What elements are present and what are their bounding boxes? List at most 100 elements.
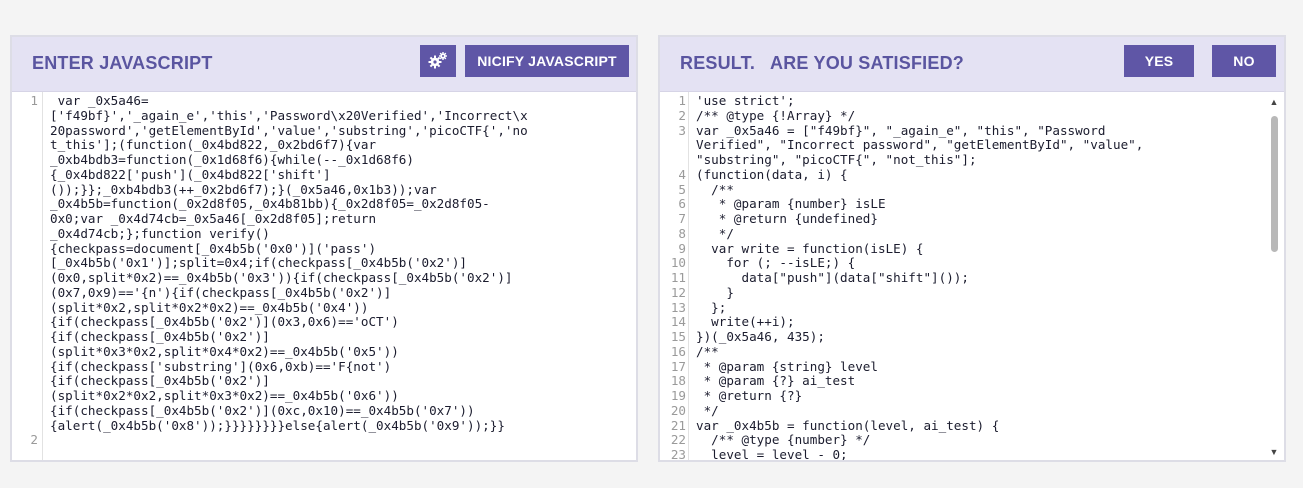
nicify-javascript-button[interactable]: NICIFY JAVASCRIPT xyxy=(465,45,629,77)
code-line[interactable]: Verified", "Incorrect password", "getEle… xyxy=(660,137,1284,153)
code-line[interactable]: {if(checkpass[_0x4b5b('0x2')](0x3,0x6)==… xyxy=(12,314,636,330)
code-text[interactable]: * @return {?} xyxy=(696,388,803,404)
code-text[interactable]: * @param {number} isLE xyxy=(696,196,886,212)
code-text[interactable]: {if(checkpass[_0x4b5b('0x2')](0xc,0x10)=… xyxy=(50,403,475,419)
code-text[interactable]: _0x4d74cb;};function verify() xyxy=(50,226,270,242)
code-line[interactable]: 15})(_0x5a46, 435); xyxy=(660,329,1284,345)
javascript-result-editor[interactable]: 1 'use strict'; 2 /** @type {!Array} */ 3 var… xyxy=(660,92,1284,460)
code-line[interactable]: 11 data["push"](data["shift"]()); xyxy=(660,270,1284,286)
code-text[interactable]: var _0x4b5b = function(level, ai_test) { xyxy=(696,418,999,434)
scroll-up-arrow-icon[interactable]: ▲ xyxy=(1268,96,1280,108)
code-text[interactable]: {if(checkpass[_0x4b5b('0x2')] xyxy=(50,329,270,345)
code-text[interactable]: }; xyxy=(696,300,726,316)
code-text[interactable]: (0x0,split*0x2)==_0x4b5b('0x3')){if(chec… xyxy=(50,270,513,286)
code-text[interactable]: })(_0x5a46, 435); xyxy=(696,329,825,345)
code-text[interactable]: /** xyxy=(696,182,734,198)
code-line[interactable]: 14 write(++i); xyxy=(660,314,1284,330)
code-text[interactable]: {if(checkpass[_0x4b5b('0x2')] xyxy=(50,373,270,389)
code-line[interactable]: "substring", "picoCTF{", "not_this"]; xyxy=(660,152,1284,168)
code-text[interactable]: ['f49bf}','_again_e','this','Password\x2… xyxy=(50,108,528,124)
code-line[interactable]: _0xb4bdb3=function(_0x1d68f6){while(--_0… xyxy=(12,152,636,168)
code-line[interactable]: {if(checkpass[_0x4b5b('0x2')](0xc,0x10)=… xyxy=(12,403,636,419)
scroll-down-arrow-icon[interactable]: ▼ xyxy=(1268,446,1280,458)
code-text[interactable]: */ xyxy=(696,226,734,242)
code-text[interactable]: (function(data, i) { xyxy=(696,167,848,183)
code-line[interactable]: (0x0,split*0x2)==_0x4b5b('0x3')){if(chec… xyxy=(12,270,636,286)
code-line[interactable]: 20 */ xyxy=(660,403,1284,419)
input-code-lines[interactable]: 1 var _0x5a46= ['f49bf}','_again_e','this… xyxy=(12,93,636,448)
code-line[interactable]: (split*0x2*0x2,split*0x3*0x2)==_0x4b5b('… xyxy=(12,388,636,404)
code-line[interactable]: [_0x4b5b('0x1')];split=0x4;if(checkpass[… xyxy=(12,255,636,271)
code-line[interactable]: 22 /** @type {number} */ xyxy=(660,432,1284,448)
code-line[interactable]: 19 * @return {?} xyxy=(660,388,1284,404)
code-line[interactable]: {_0x4bd822['push'](_0x4bd822['shift'] xyxy=(12,167,636,183)
code-line[interactable]: 16 /** xyxy=(660,344,1284,360)
code-line[interactable]: t_this'];(function(_0x4bd822,_0x2bd6f7){… xyxy=(12,137,636,153)
code-line[interactable]: 4 (function(data, i) { xyxy=(660,167,1284,183)
code-text[interactable]: "substring", "picoCTF{", "not_this"]; xyxy=(696,152,977,168)
code-line[interactable]: {checkpass=document[_0x4b5b('0x0')]('pas… xyxy=(12,241,636,257)
yes-button[interactable]: YES xyxy=(1124,45,1194,77)
code-line[interactable]: 8 */ xyxy=(660,226,1284,242)
code-line[interactable]: 2 xyxy=(12,432,636,448)
code-text[interactable]: {if(checkpass['substring'](0x6,0xb)=='F{… xyxy=(50,359,391,375)
code-text[interactable]: (split*0x2*0x2,split*0x3*0x2)==_0x4b5b('… xyxy=(50,388,399,404)
code-line[interactable]: 23 level = level - 0; xyxy=(660,447,1284,460)
code-text[interactable]: 0x0;var _0x4d74cb=_0x5a46[_0x2d8f05];ret… xyxy=(50,211,376,227)
code-text[interactable]: {alert(_0x4b5b('0x8'));}}}}}}}}else{aler… xyxy=(50,418,505,434)
code-text[interactable]: _0xb4bdb3=function(_0x1d68f6){while(--_0… xyxy=(50,152,414,168)
code-text[interactable]: (split*0x2,split*0x2*0x2)==_0x4b5b('0x4'… xyxy=(50,300,368,316)
code-line[interactable]: 7 * @return {undefined} xyxy=(660,211,1284,227)
code-text[interactable]: {_0x4bd822['push'](_0x4bd822['shift'] xyxy=(50,167,331,183)
code-text[interactable]: var _0x5a46= xyxy=(50,93,149,109)
code-line[interactable]: 10 for (; --isLE;) { xyxy=(660,255,1284,271)
code-line[interactable]: {if(checkpass['substring'](0x6,0xb)=='F{… xyxy=(12,359,636,375)
code-line[interactable]: 18 * @param {?} ai_test xyxy=(660,373,1284,389)
code-text[interactable]: level = level - 0; xyxy=(696,447,848,460)
settings-button[interactable] xyxy=(420,45,456,77)
code-line[interactable]: (split*0x3*0x2,split*0x4*0x2)==_0x4b5b('… xyxy=(12,344,636,360)
code-text[interactable]: {checkpass=document[_0x4b5b('0x0')]('pas… xyxy=(50,241,376,257)
code-text[interactable]: t_this'];(function(_0x4bd822,_0x2bd6f7){… xyxy=(50,137,376,153)
code-line[interactable]: 3 var _0x5a46 = ["f49bf}", "_again_e", "t… xyxy=(660,123,1284,139)
code-text[interactable]: _0x4b5b=function(_0x2d8f05,_0x4b81bb){_0… xyxy=(50,196,490,212)
code-text[interactable]: /** @type {!Array} */ xyxy=(696,108,855,124)
code-text[interactable]: 'use strict'; xyxy=(696,93,795,109)
code-text[interactable]: for (; --isLE;) { xyxy=(696,255,855,271)
javascript-input-editor[interactable]: 1 var _0x5a46= ['f49bf}','_again_e','this… xyxy=(12,92,636,460)
code-line[interactable]: 13 }; xyxy=(660,300,1284,316)
result-code-lines[interactable]: 1 'use strict'; 2 /** @type {!Array} */ 3 var… xyxy=(660,93,1284,460)
code-text[interactable]: /** xyxy=(696,344,719,360)
code-line[interactable]: _0x4d74cb;};function verify() xyxy=(12,226,636,242)
code-line[interactable]: 21 var _0x4b5b = function(level, ai_test)… xyxy=(660,418,1284,434)
code-line[interactable]: 17 * @param {string} level xyxy=(660,359,1284,375)
code-line[interactable]: 20password','getElementById','value','su… xyxy=(12,123,636,139)
code-line[interactable]: ['f49bf}','_again_e','this','Password\x2… xyxy=(12,108,636,124)
code-text[interactable]: (split*0x3*0x2,split*0x4*0x2)==_0x4b5b('… xyxy=(50,344,399,360)
code-line[interactable]: 0x0;var _0x4d74cb=_0x5a46[_0x2d8f05];ret… xyxy=(12,211,636,227)
code-text[interactable]: var write = function(isLE) { xyxy=(696,241,923,257)
code-line[interactable]: (0x7,0x9)=='{n'){if(checkpass[_0x4b5b('0… xyxy=(12,285,636,301)
code-text[interactable]: } xyxy=(696,285,734,301)
code-text[interactable]: (0x7,0x9)=='{n'){if(checkpass[_0x4b5b('0… xyxy=(50,285,391,301)
code-line[interactable]: 5 /** xyxy=(660,182,1284,198)
code-line[interactable]: {if(checkpass[_0x4b5b('0x2')] xyxy=(12,329,636,345)
code-text[interactable]: Verified", "Incorrect password", "getEle… xyxy=(696,137,1143,153)
code-text[interactable]: ());}};_0xb4bdb3(++_0x2bd6f7);}(_0x5a46,… xyxy=(50,182,437,198)
code-text[interactable]: var _0x5a46 = ["f49bf}", "_again_e", "th… xyxy=(696,123,1105,139)
code-text[interactable]: * @return {undefined} xyxy=(696,211,878,227)
code-line[interactable]: 1 var _0x5a46= xyxy=(12,93,636,109)
code-line[interactable]: ());}};_0xb4bdb3(++_0x2bd6f7);}(_0x5a46,… xyxy=(12,182,636,198)
code-text[interactable]: data["push"](data["shift"]()); xyxy=(696,270,968,286)
code-text[interactable]: write(++i); xyxy=(696,314,794,330)
code-text[interactable]: 20password','getElementById','value','su… xyxy=(50,123,528,139)
code-text[interactable]: * @param {?} ai_test xyxy=(696,373,856,389)
code-line[interactable]: {if(checkpass[_0x4b5b('0x2')] xyxy=(12,373,636,389)
code-line[interactable]: 1 'use strict'; xyxy=(660,93,1284,109)
code-line[interactable]: 12 } xyxy=(660,285,1284,301)
code-line[interactable]: 2 /** @type {!Array} */ xyxy=(660,108,1284,124)
code-line[interactable]: 9 var write = function(isLE) { xyxy=(660,241,1284,257)
code-text[interactable]: /** @type {number} */ xyxy=(696,432,870,448)
code-text[interactable]: {if(checkpass[_0x4b5b('0x2')](0x3,0x6)==… xyxy=(50,314,399,330)
code-line[interactable]: 6 * @param {number} isLE xyxy=(660,196,1284,212)
